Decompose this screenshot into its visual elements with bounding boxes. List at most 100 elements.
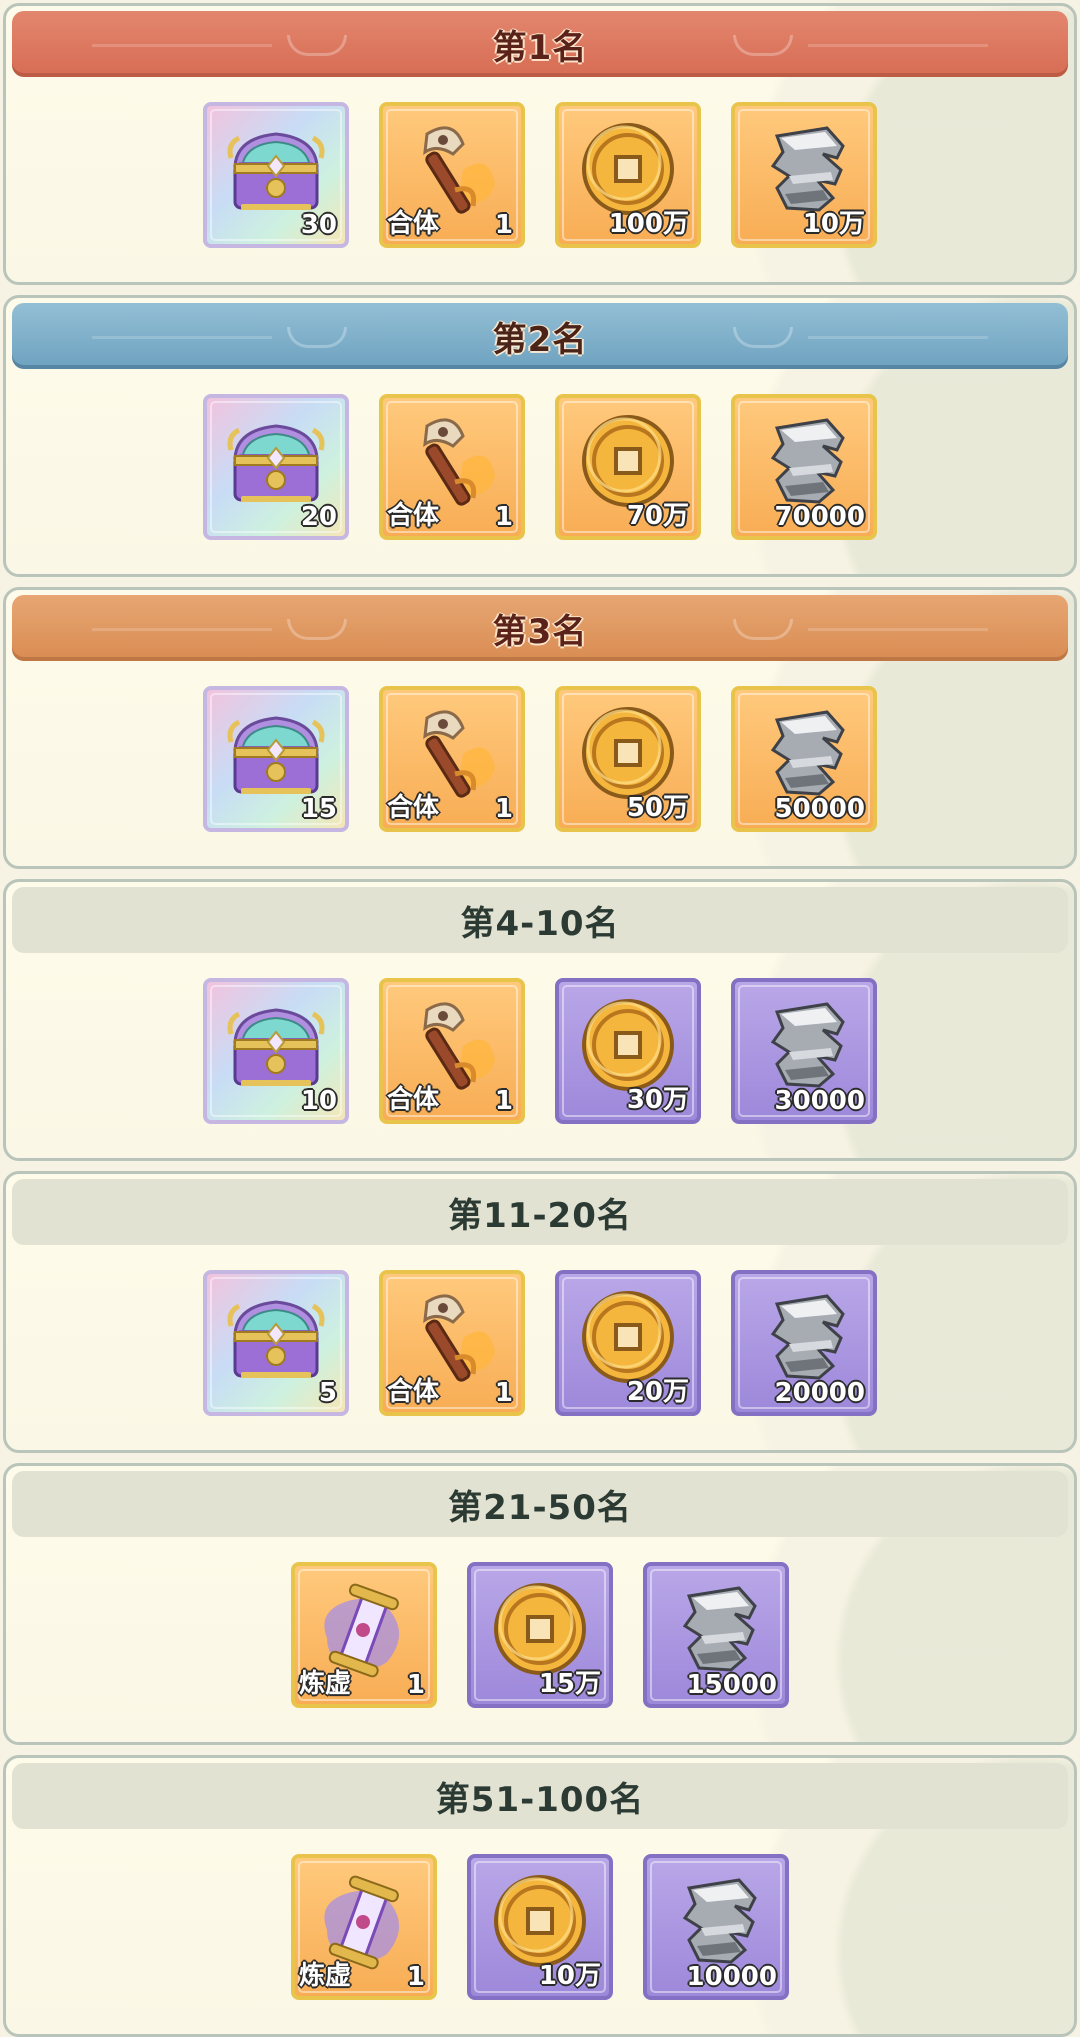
iron-ore-icon	[661, 1574, 771, 1684]
reward-item[interactable]: 10万	[467, 1854, 613, 2000]
reward-items: 10 合体 1 30万 30000	[6, 978, 1074, 1124]
reward-tier: 第11-20名 5 合体 1 20万 20000	[3, 1171, 1077, 1453]
reward-item[interactable]: 30万	[555, 978, 701, 1124]
reward-items: 炼虚 1 15万 15000	[6, 1562, 1074, 1708]
item-count: 20万	[626, 1377, 689, 1407]
tier-title: 第51-100名	[435, 1779, 645, 1820]
item-count: 1	[494, 210, 513, 240]
treasure-chest-icon	[221, 990, 331, 1100]
reward-tier: 第4-10名 10 合体 1 30万 30000	[3, 879, 1077, 1161]
reward-tier: 第51-100名 炼虚 1 10万 10000	[3, 1755, 1077, 2037]
header-line-decoration	[92, 628, 272, 631]
item-count: 70000	[774, 502, 865, 532]
reward-item[interactable]: 合体 1	[379, 686, 525, 832]
tier-title: 第21-50名	[448, 1487, 632, 1528]
header-swirl-decoration	[287, 327, 347, 348]
reward-item[interactable]: 15万	[467, 1562, 613, 1708]
item-count: 70万	[626, 501, 689, 531]
tier-title: 第3名	[492, 611, 588, 652]
reward-item[interactable]: 合体 1	[379, 102, 525, 248]
reward-item[interactable]: 30000	[731, 978, 877, 1124]
reward-item[interactable]: 炼虚 1	[291, 1854, 437, 2000]
reward-item[interactable]: 5	[203, 1270, 349, 1416]
reward-item[interactable]: 20	[203, 394, 349, 540]
header-line-decoration	[808, 336, 988, 339]
item-count: 50000	[774, 794, 865, 824]
reward-item[interactable]: 炼虚 1	[291, 1562, 437, 1708]
iron-ore-icon	[749, 406, 859, 516]
header-swirl-decoration	[287, 35, 347, 56]
iron-ore-icon	[749, 698, 859, 808]
tier-header: 第1名	[12, 11, 1068, 77]
reward-item[interactable]: 70万	[555, 394, 701, 540]
reward-item[interactable]: 合体 1	[379, 394, 525, 540]
reward-tier: 第2名 20 合体 1 70万 70000	[3, 295, 1077, 577]
item-count: 1	[406, 1962, 425, 1992]
reward-item[interactable]: 15	[203, 686, 349, 832]
reward-item[interactable]: 20000	[731, 1270, 877, 1416]
reward-item[interactable]: 20万	[555, 1270, 701, 1416]
item-label: 合体	[387, 209, 440, 239]
item-count: 1	[494, 1086, 513, 1116]
tier-header: 第3名	[12, 595, 1068, 661]
item-count: 10万	[802, 209, 865, 239]
reward-items: 30 合体 1 100万 10万	[6, 102, 1074, 248]
tier-header: 第4-10名	[12, 887, 1068, 953]
reward-items: 20 合体 1 70万 70000	[6, 394, 1074, 540]
item-count: 1	[494, 502, 513, 532]
reward-item[interactable]: 30	[203, 102, 349, 248]
item-label: 炼虚	[299, 1961, 352, 1991]
item-count: 10000	[686, 1962, 777, 1992]
header-line-decoration	[92, 336, 272, 339]
header-line-decoration	[808, 44, 988, 47]
reward-item[interactable]: 10000	[643, 1854, 789, 2000]
reward-tier: 第1名 30 合体 1 100万 10万	[3, 3, 1077, 285]
reward-item[interactable]: 50万	[555, 686, 701, 832]
treasure-chest-icon	[221, 406, 331, 516]
item-count: 30	[300, 210, 337, 240]
reward-item[interactable]: 50000	[731, 686, 877, 832]
reward-item[interactable]: 合体 1	[379, 978, 525, 1124]
header-line-decoration	[92, 44, 272, 47]
item-count: 5	[318, 1378, 337, 1408]
rank-reward-list: 第1名 30 合体 1 100万 10万 第2名 20 合体 1 70万 70000 第3名 1…	[0, 0, 1080, 2037]
treasure-chest-icon	[221, 114, 331, 224]
item-count: 20000	[774, 1378, 865, 1408]
header-swirl-decoration	[733, 327, 793, 348]
item-label: 合体	[387, 1377, 440, 1407]
iron-ore-icon	[661, 1866, 771, 1976]
tier-header: 第21-50名	[12, 1471, 1068, 1537]
tier-title: 第1名	[492, 27, 588, 68]
item-count: 1	[406, 1670, 425, 1700]
item-count: 30000	[774, 1086, 865, 1116]
tier-title: 第11-20名	[448, 1195, 632, 1236]
tier-header: 第2名	[12, 303, 1068, 369]
item-count: 50万	[626, 793, 689, 823]
item-count: 10万	[538, 1961, 601, 1991]
item-count: 20	[300, 502, 337, 532]
treasure-chest-icon	[221, 1282, 331, 1392]
item-label: 合体	[387, 1085, 440, 1115]
reward-items: 5 合体 1 20万 20000	[6, 1270, 1074, 1416]
reward-items: 15 合体 1 50万 50000	[6, 686, 1074, 832]
tier-title: 第2名	[492, 319, 588, 360]
reward-item[interactable]: 70000	[731, 394, 877, 540]
reward-items: 炼虚 1 10万 10000	[6, 1854, 1074, 2000]
reward-item[interactable]: 10	[203, 978, 349, 1124]
item-count: 10	[300, 1086, 337, 1116]
header-swirl-decoration	[287, 619, 347, 640]
item-count: 15万	[538, 1669, 601, 1699]
reward-item[interactable]: 合体 1	[379, 1270, 525, 1416]
reward-item[interactable]: 15000	[643, 1562, 789, 1708]
header-swirl-decoration	[733, 35, 793, 56]
reward-item[interactable]: 100万	[555, 102, 701, 248]
item-label: 炼虚	[299, 1669, 352, 1699]
reward-tier: 第3名 15 合体 1 50万 50000	[3, 587, 1077, 869]
tier-title: 第4-10名	[460, 903, 620, 944]
item-count: 100万	[608, 209, 689, 239]
item-label: 合体	[387, 793, 440, 823]
item-count: 1	[494, 794, 513, 824]
item-count: 1	[494, 1378, 513, 1408]
reward-item[interactable]: 10万	[731, 102, 877, 248]
item-count: 15	[300, 794, 337, 824]
